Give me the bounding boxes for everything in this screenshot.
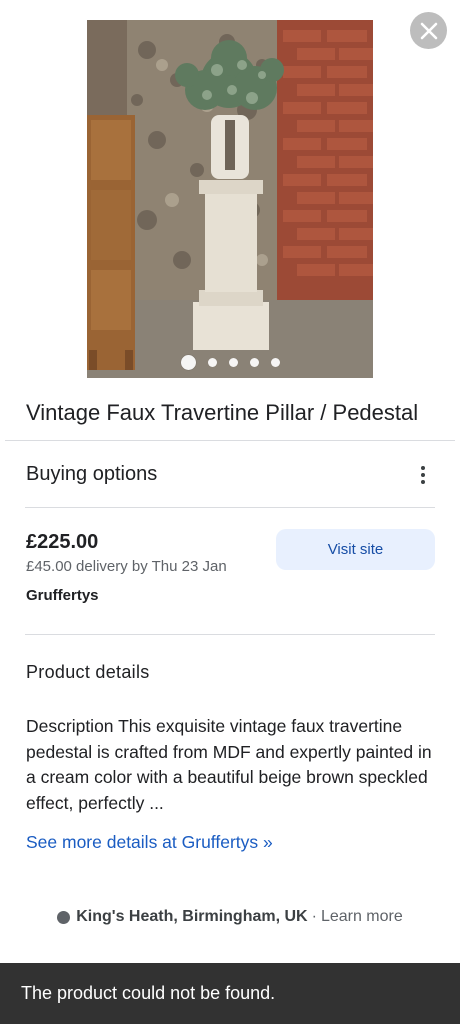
snackbar: The product could not be found.: [0, 963, 460, 1024]
location-name: King's Heath, Birmingham, UK: [76, 908, 308, 925]
more-vert-icon[interactable]: [412, 462, 434, 488]
snackbar-message: The product could not be found.: [21, 983, 276, 1003]
buying-options-heading: Buying options: [26, 463, 158, 485]
visit-site-button[interactable]: Visit site: [276, 529, 435, 570]
carousel-dot[interactable]: [270, 358, 280, 367]
location-separator: ·: [311, 908, 317, 925]
offer-delivery: £45.00 delivery by Thu 23 Jan: [26, 558, 227, 575]
location-row: King's Heath, Birmingham, UK · Learn mor…: [0, 905, 460, 929]
see-more-details-link[interactable]: See more details at Gruffertys »: [26, 830, 273, 854]
image-carousel-indicator: [0, 355, 460, 370]
divider: [25, 507, 435, 508]
product-image[interactable]: [87, 20, 373, 378]
close-button[interactable]: [410, 12, 447, 49]
product-description: Description This exquisite vintage faux …: [26, 716, 432, 813]
divider: [25, 634, 435, 635]
carousel-dot[interactable]: [207, 358, 217, 367]
close-icon: [420, 22, 437, 39]
product-details-heading: Product details: [26, 662, 150, 682]
offer-seller: Gruffertys: [26, 587, 99, 604]
carousel-dot[interactable]: [249, 358, 259, 367]
learn-more-link[interactable]: Learn more: [321, 905, 403, 929]
location-dot-icon: [57, 910, 71, 924]
offer-price: £225.00: [26, 531, 99, 553]
carousel-dot[interactable]: [228, 358, 238, 367]
carousel-dot[interactable]: [180, 355, 196, 370]
divider: [5, 440, 455, 441]
product-title: Vintage Faux Travertine Pillar / Pedesta…: [26, 400, 419, 425]
